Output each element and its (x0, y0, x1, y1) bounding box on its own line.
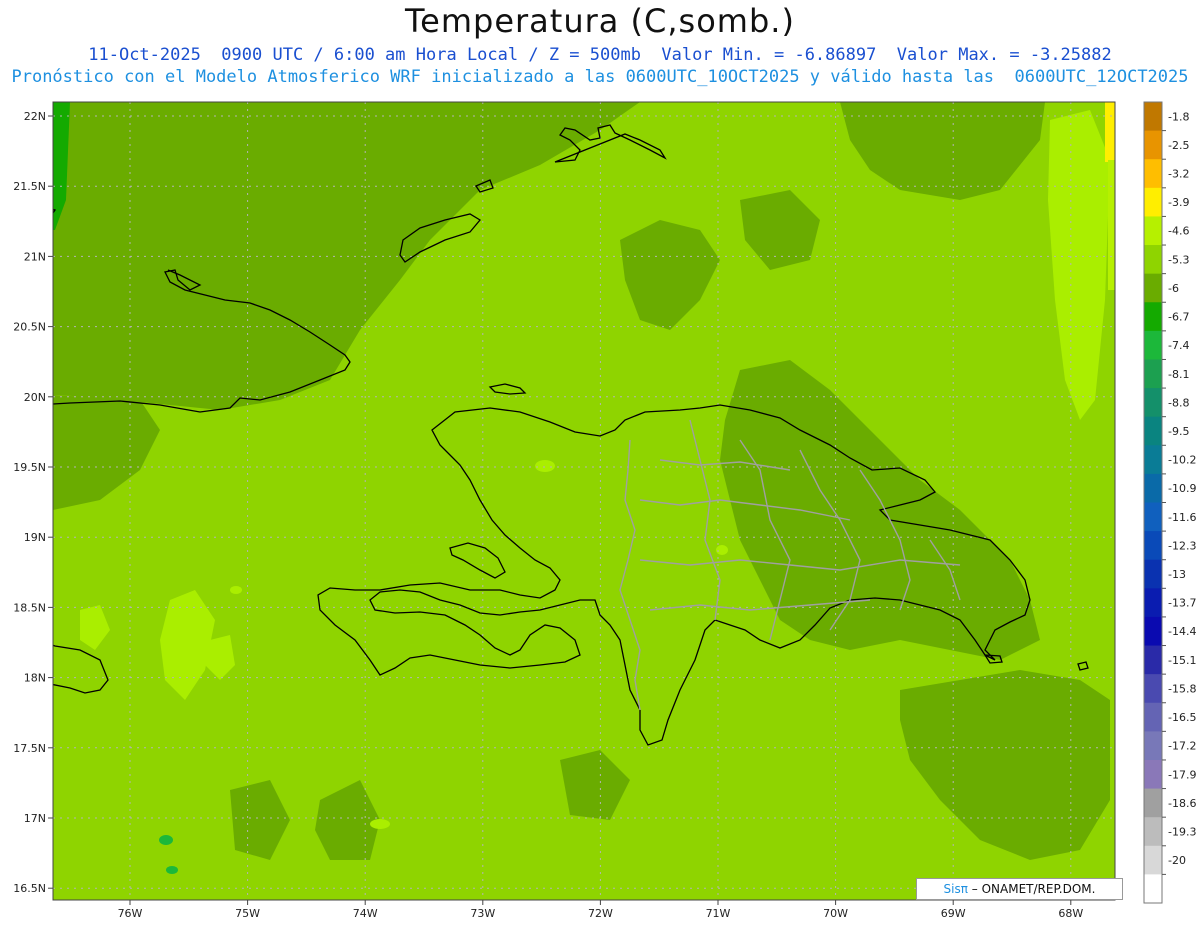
colorbar-swatch (1144, 416, 1162, 446)
map-figure: 22N 21.5N 21N 20.5N 20N 19.5N 19N 18.5N 18N 17.5N… (13, 101, 1196, 920)
colorbar-swatch (1144, 473, 1162, 503)
colorbar-swatch (1144, 273, 1162, 303)
colorbar-swatch (1144, 388, 1162, 418)
colorbar-label: -3.2 (1168, 168, 1189, 181)
lon-label: 75W (235, 907, 260, 920)
lat-label: 22N (24, 110, 46, 123)
credit-box: Sisπ – ONAMET/REP.DOM. (916, 878, 1123, 900)
colorbar-swatch (1144, 531, 1162, 561)
lon-label: 74W (353, 907, 378, 920)
lon-label: 71W (706, 907, 731, 920)
colorbar-label: -1.8 (1168, 110, 1189, 123)
warm-spot-2 (535, 460, 555, 472)
colorbar-label: -20 (1168, 854, 1186, 867)
colorbar-label: -9.5 (1168, 425, 1189, 438)
colorbar-swatch (1144, 874, 1162, 904)
temperature-field (53, 102, 1115, 900)
lat-label: 17N (24, 812, 46, 825)
lat-label: 21.5N (13, 180, 46, 193)
colorbar-label: -19.3 (1168, 825, 1196, 838)
credit-brand: Sisπ (943, 882, 968, 896)
colorbar-label: -15.8 (1168, 682, 1196, 695)
colorbar-swatch (1144, 130, 1162, 160)
colorbar-label: -18.6 (1168, 797, 1196, 810)
colorbar-swatch (1144, 817, 1162, 847)
warm-spot-1 (370, 819, 390, 829)
lon-label: 72W (588, 907, 613, 920)
colorbar-swatch (1144, 187, 1162, 217)
lat-label: 19N (24, 531, 46, 544)
colorbar-swatch (1144, 845, 1162, 875)
colorbar-label: -16.5 (1168, 711, 1196, 724)
colorbar-swatch (1144, 216, 1162, 246)
lat-label: 17.5N (13, 742, 46, 755)
lon-label: 70W (823, 907, 848, 920)
lon-label: 69W (941, 907, 966, 920)
colorbar-label: -11.6 (1168, 511, 1196, 524)
colorbar-swatch (1144, 788, 1162, 818)
colorbar-swatch (1144, 502, 1162, 532)
lat-label: 16.5N (13, 882, 46, 895)
shade-spot-south-1 (159, 835, 173, 845)
colorbar-swatch (1144, 731, 1162, 761)
colorbar-label: -13 (1168, 568, 1186, 581)
lat-label: 18.5N (13, 601, 46, 614)
lat-label: 18N (24, 672, 46, 685)
colorbar-label: -10.9 (1168, 482, 1196, 495)
latitude-labels: 22N 21.5N 21N 20.5N 20N 19.5N 19N 18.5N 18N 17.5N… (13, 110, 53, 895)
colorbar-label: -7.4 (1168, 339, 1189, 352)
colorbar-swatch (1144, 674, 1162, 704)
colorbar-swatch (1144, 759, 1162, 790)
colorbar-label: -2.5 (1168, 139, 1189, 152)
colorbar-label: -13.7 (1168, 597, 1196, 610)
coastline-cuba-west (53, 208, 57, 214)
colorbar-swatch (1144, 702, 1162, 732)
colorbar-swatch (1144, 102, 1162, 132)
colorbar-label: -10.2 (1168, 454, 1196, 467)
colorbar-swatch (1144, 245, 1162, 275)
warm-region-right-strip (1108, 160, 1115, 290)
colorbar-label: -6.7 (1168, 311, 1189, 324)
colorbar-label: -17.2 (1168, 740, 1196, 753)
colorbar-swatch (1144, 588, 1162, 618)
colorbar-label: -3.9 (1168, 196, 1189, 209)
colorbar-label: -4.6 (1168, 225, 1189, 238)
colorbar-swatch (1144, 359, 1162, 389)
lon-label: 76W (118, 907, 143, 920)
shade-spot-south-2 (166, 866, 178, 874)
lat-label: 21N (24, 250, 46, 263)
lat-label: 20.5N (13, 321, 46, 334)
colorbar-label: -17.9 (1168, 768, 1196, 781)
colorbar-swatch (1144, 616, 1162, 647)
lon-label: 73W (470, 907, 495, 920)
colorbar-label: -8.8 (1168, 396, 1189, 409)
colorbar-label: -6 (1168, 282, 1179, 295)
lat-label: 19.5N (13, 461, 46, 474)
warm-region-top-right (1105, 102, 1115, 162)
credit-text: – ONAMET/REP.DOM. (967, 882, 1096, 896)
colorbar-swatch (1144, 645, 1162, 675)
longitude-labels: 76W 75W 74W 73W 72W 71W 70W 69W 68W (118, 900, 1083, 920)
colorbar-label: -15.1 (1168, 654, 1196, 667)
colorbar-label: -5.3 (1168, 253, 1189, 266)
colorbar-swatch (1144, 302, 1162, 332)
colorbar-label: -12.3 (1168, 539, 1196, 552)
colorbar-swatch (1144, 330, 1162, 360)
lon-label: 68W (1058, 907, 1083, 920)
lat-label: 20N (24, 391, 46, 404)
colorbar-label: -14.4 (1168, 625, 1196, 638)
colorbar-swatch (1144, 445, 1162, 475)
colorbar-label: -8.1 (1168, 368, 1189, 381)
warm-spot-4 (230, 586, 242, 594)
colorbar-swatch (1144, 559, 1162, 589)
colorbar: -1.8 -2.5 -3.2 -3.9 -4.6 -5.3 -6 -6.7 -7.4 -8.1 -8… (1143, 101, 1196, 904)
colorbar-swatch (1144, 159, 1162, 189)
